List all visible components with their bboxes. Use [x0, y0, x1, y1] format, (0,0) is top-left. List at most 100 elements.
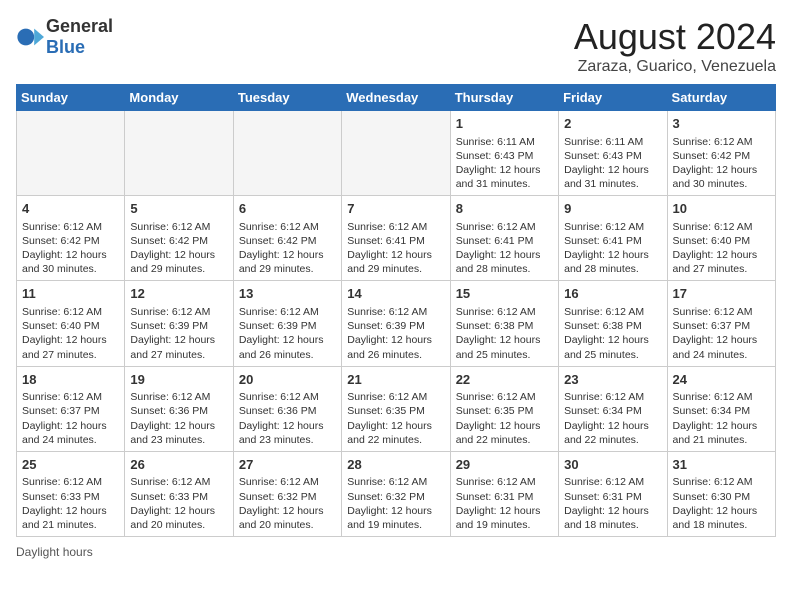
calendar-cell-24: 24 Sunrise: 6:12 AMSunset: 6:34 PMDayligh…	[667, 366, 775, 451]
day-info: Sunrise: 6:12 AMSunset: 6:42 PMDaylight:…	[22, 221, 107, 276]
day-number: 2	[564, 115, 661, 133]
day-info: Sunrise: 6:11 AMSunset: 6:43 PMDaylight:…	[564, 136, 649, 191]
calendar-week-0: 1Sunrise: 6:11 AMSunset: 6:43 PMDaylight…	[17, 111, 776, 196]
calendar-cell-22: 22 Sunrise: 6:12 AMSunset: 6:35 PMDayligh…	[450, 366, 558, 451]
day-info: Sunrise: 6:12 AMSunset: 6:30 PMDaylight:…	[673, 476, 758, 531]
calendar-cell-31: 31 Sunrise: 6:12 AMSunset: 6:30 PMDayligh…	[667, 451, 775, 536]
day-info: Sunrise: 6:12 AMSunset: 6:34 PMDaylight:…	[673, 391, 758, 446]
day-number: 16	[564, 285, 661, 303]
page-title: August 2024	[574, 16, 776, 58]
day-number: 20	[239, 371, 336, 389]
logo: General Blue	[16, 16, 113, 58]
day-info: Sunrise: 6:12 AMSunset: 6:37 PMDaylight:…	[673, 306, 758, 361]
title-block: August 2024 Zaraza, Guarico, Venezuela	[574, 16, 776, 76]
page-subtitle: Zaraza, Guarico, Venezuela	[574, 58, 776, 76]
day-number: 11	[22, 285, 119, 303]
calendar-cell-20: 20Sunrise: 6:12 AMSunset: 6:36 PMDayligh…	[233, 366, 341, 451]
day-info: Sunrise: 6:12 AMSunset: 6:41 PMDaylight:…	[347, 221, 432, 276]
calendar-cell-9: 9 Sunrise: 6:12 AMSunset: 6:41 PMDaylight…	[559, 196, 667, 281]
day-info: Sunrise: 6:12 AMSunset: 6:38 PMDaylight:…	[456, 306, 541, 361]
logo-text: General Blue	[46, 16, 113, 58]
day-number: 30	[564, 456, 661, 474]
calendar-header: SundayMondayTuesdayWednesdayThursdayFrid…	[17, 85, 776, 111]
calendar-week-3: 18 Sunrise: 6:12 AMSunset: 6:37 PMDayligh…	[17, 366, 776, 451]
weekday-header-thursday: Thursday	[450, 85, 558, 111]
calendar-table: SundayMondayTuesdayWednesdayThursdayFrid…	[16, 84, 776, 537]
calendar-cell-30: 30 Sunrise: 6:12 AMSunset: 6:31 PMDayligh…	[559, 451, 667, 536]
calendar-cell-28: 28 Sunrise: 6:12 AMSunset: 6:32 PMDayligh…	[342, 451, 450, 536]
legend: Daylight hours	[16, 545, 776, 559]
day-info: Sunrise: 6:12 AMSunset: 6:39 PMDaylight:…	[347, 306, 432, 361]
day-info: Sunrise: 6:12 AMSunset: 6:31 PMDaylight:…	[564, 476, 649, 531]
day-number: 24	[673, 371, 770, 389]
logo-icon	[16, 23, 44, 51]
day-number: 19	[130, 371, 227, 389]
day-number: 22	[456, 371, 553, 389]
calendar-week-2: 11 Sunrise: 6:12 AMSunset: 6:40 PMDayligh…	[17, 281, 776, 366]
calendar-cell-17: 17Sunrise: 6:12 AMSunset: 6:37 PMDayligh…	[667, 281, 775, 366]
day-info: Sunrise: 6:12 AMSunset: 6:32 PMDaylight:…	[347, 476, 432, 531]
calendar-cell-12: 12Sunrise: 6:12 AMSunset: 6:39 PMDayligh…	[125, 281, 233, 366]
calendar-cell-empty	[125, 111, 233, 196]
calendar-cell-18: 18 Sunrise: 6:12 AMSunset: 6:37 PMDayligh…	[17, 366, 125, 451]
day-info: Sunrise: 6:12 AMSunset: 6:33 PMDaylight:…	[130, 476, 215, 531]
day-info: Sunrise: 6:12 AMSunset: 6:42 PMDaylight:…	[130, 221, 215, 276]
calendar-cell-empty	[233, 111, 341, 196]
day-number: 28	[347, 456, 444, 474]
day-info: Sunrise: 6:12 AMSunset: 6:32 PMDaylight:…	[239, 476, 324, 531]
weekday-header-tuesday: Tuesday	[233, 85, 341, 111]
day-number: 12	[130, 285, 227, 303]
calendar-cell-4: 4 Sunrise: 6:12 AMSunset: 6:42 PMDaylight…	[17, 196, 125, 281]
day-info: Sunrise: 6:12 AMSunset: 6:39 PMDaylight:…	[239, 306, 324, 361]
calendar-cell-11: 11 Sunrise: 6:12 AMSunset: 6:40 PMDayligh…	[17, 281, 125, 366]
day-number: 18	[22, 371, 119, 389]
calendar-cell-15: 15 Sunrise: 6:12 AMSunset: 6:38 PMDayligh…	[450, 281, 558, 366]
page-header: General Blue August 2024 Zaraza, Guarico…	[16, 16, 776, 76]
day-info: Sunrise: 6:12 AMSunset: 6:34 PMDaylight:…	[564, 391, 649, 446]
calendar-cell-1: 1Sunrise: 6:11 AMSunset: 6:43 PMDaylight…	[450, 111, 558, 196]
day-info: Sunrise: 6:12 AMSunset: 6:36 PMDaylight:…	[130, 391, 215, 446]
calendar-week-1: 4 Sunrise: 6:12 AMSunset: 6:42 PMDaylight…	[17, 196, 776, 281]
weekday-header-wednesday: Wednesday	[342, 85, 450, 111]
calendar-cell-19: 19 Sunrise: 6:12 AMSunset: 6:36 PMDayligh…	[125, 366, 233, 451]
calendar-cell-29: 29Sunrise: 6:12 AMSunset: 6:31 PMDayligh…	[450, 451, 558, 536]
calendar-cell-6: 6Sunrise: 6:12 AMSunset: 6:42 PMDaylight…	[233, 196, 341, 281]
day-info: Sunrise: 6:12 AMSunset: 6:37 PMDaylight:…	[22, 391, 107, 446]
day-number: 13	[239, 285, 336, 303]
day-number: 10	[673, 200, 770, 218]
logo-blue: Blue	[46, 37, 85, 57]
calendar-cell-16: 16Sunrise: 6:12 AMSunset: 6:38 PMDayligh…	[559, 281, 667, 366]
calendar-cell-empty	[342, 111, 450, 196]
day-number: 4	[22, 200, 119, 218]
day-info: Sunrise: 6:12 AMSunset: 6:35 PMDaylight:…	[456, 391, 541, 446]
calendar-cell-23: 23Sunrise: 6:12 AMSunset: 6:34 PMDayligh…	[559, 366, 667, 451]
day-info: Sunrise: 6:12 AMSunset: 6:40 PMDaylight:…	[673, 221, 758, 276]
day-info: Sunrise: 6:12 AMSunset: 6:42 PMDaylight:…	[673, 136, 758, 191]
day-info: Sunrise: 6:12 AMSunset: 6:40 PMDaylight:…	[22, 306, 107, 361]
day-number: 5	[130, 200, 227, 218]
calendar-week-4: 25Sunrise: 6:12 AMSunset: 6:33 PMDayligh…	[17, 451, 776, 536]
calendar-cell-26: 26 Sunrise: 6:12 AMSunset: 6:33 PMDayligh…	[125, 451, 233, 536]
day-number: 15	[456, 285, 553, 303]
day-number: 31	[673, 456, 770, 474]
day-info: Sunrise: 6:12 AMSunset: 6:41 PMDaylight:…	[456, 221, 541, 276]
calendar-cell-5: 5 Sunrise: 6:12 AMSunset: 6:42 PMDaylight…	[125, 196, 233, 281]
calendar-cell-13: 13 Sunrise: 6:12 AMSunset: 6:39 PMDayligh…	[233, 281, 341, 366]
calendar-cell-25: 25Sunrise: 6:12 AMSunset: 6:33 PMDayligh…	[17, 451, 125, 536]
day-info: Sunrise: 6:12 AMSunset: 6:42 PMDaylight:…	[239, 221, 324, 276]
weekday-header-sunday: Sunday	[17, 85, 125, 111]
calendar-body: 1Sunrise: 6:11 AMSunset: 6:43 PMDaylight…	[17, 111, 776, 537]
day-number: 9	[564, 200, 661, 218]
calendar-cell-empty	[17, 111, 125, 196]
day-number: 8	[456, 200, 553, 218]
day-info: Sunrise: 6:12 AMSunset: 6:41 PMDaylight:…	[564, 221, 649, 276]
calendar-cell-3: 3Sunrise: 6:12 AMSunset: 6:42 PMDaylight…	[667, 111, 775, 196]
day-number: 26	[130, 456, 227, 474]
calendar-cell-21: 21Sunrise: 6:12 AMSunset: 6:35 PMDayligh…	[342, 366, 450, 451]
weekday-header-monday: Monday	[125, 85, 233, 111]
weekday-header-saturday: Saturday	[667, 85, 775, 111]
day-number: 27	[239, 456, 336, 474]
day-info: Sunrise: 6:12 AMSunset: 6:35 PMDaylight:…	[347, 391, 432, 446]
logo-general: General	[46, 16, 113, 36]
calendar-cell-10: 10 Sunrise: 6:12 AMSunset: 6:40 PMDayligh…	[667, 196, 775, 281]
